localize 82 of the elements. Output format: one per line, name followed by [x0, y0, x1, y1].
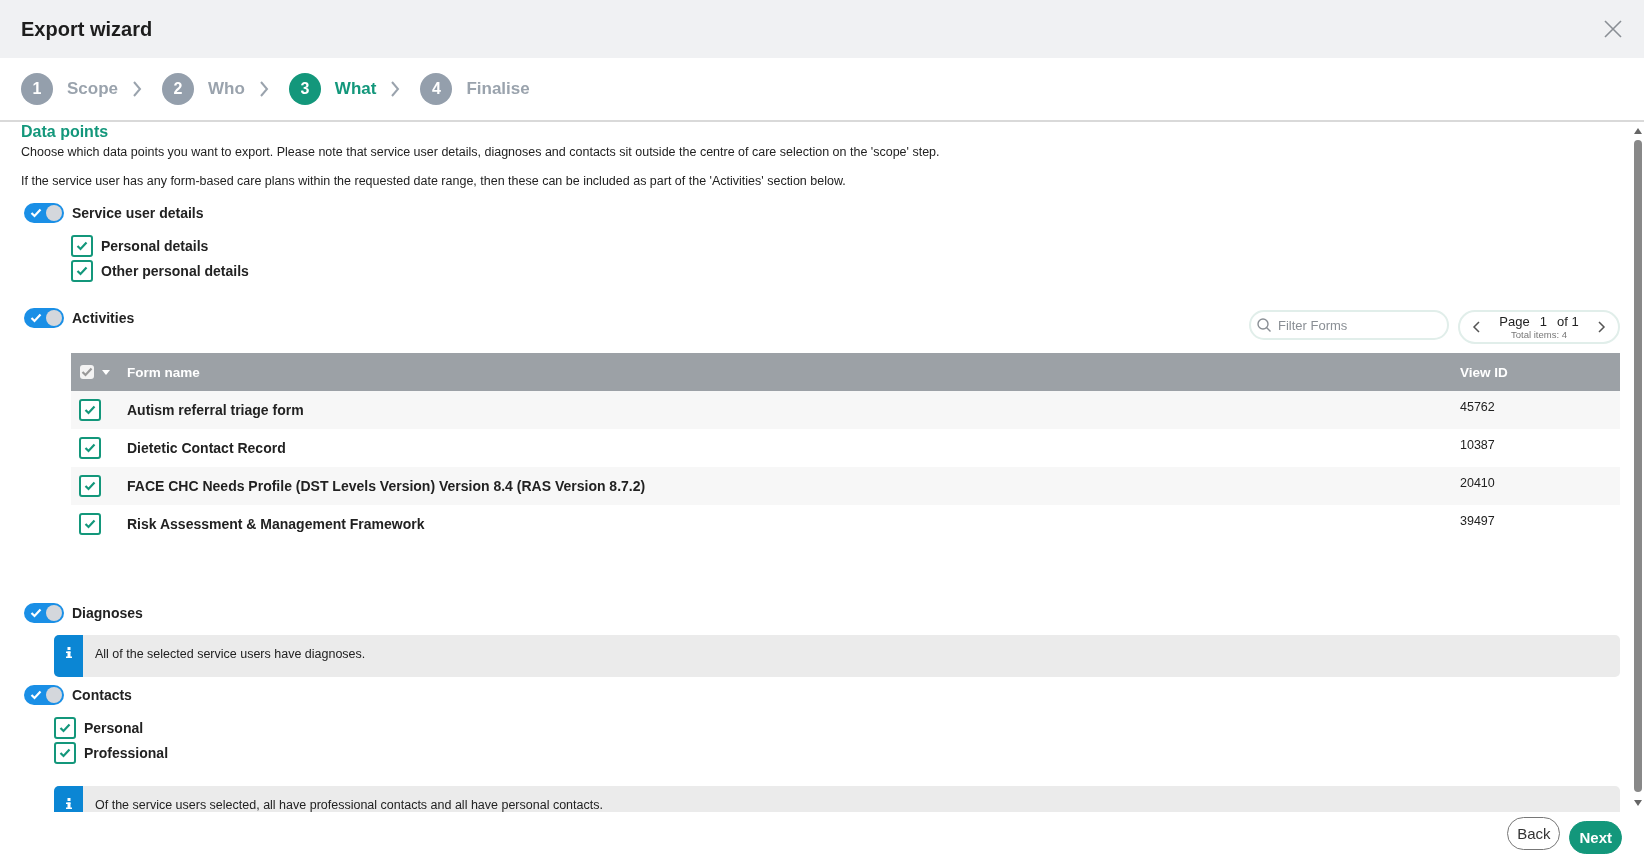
table-cell-text: Autism referral triage form [127, 402, 305, 418]
step-label: Scope [67, 79, 119, 99]
toggle-switch[interactable] [24, 308, 64, 328]
table-cell-text: Risk Assessment & Management Framework [127, 516, 426, 532]
check-icon [84, 443, 96, 453]
toggle-switch[interactable] [24, 603, 64, 623]
checkbox[interactable] [80, 365, 94, 379]
column-header: View ID [1460, 364, 1509, 380]
checkbox[interactable] [71, 235, 93, 257]
toggle-switch[interactable] [24, 203, 64, 223]
next-button[interactable]: Next [1569, 820, 1622, 854]
info-text: Of the service users selected, all have professional contacts and all have personal contacts. [94, 797, 604, 812]
total-items: Total items: 4 [1511, 329, 1567, 340]
info-icon [65, 798, 72, 810]
info-text: All of the selected service users have diagnoses. [94, 646, 367, 663]
checkbox-label: Personal [84, 720, 144, 736]
checkbox-label: Professional [84, 745, 169, 761]
filter-field[interactable]: Filter Forms [1249, 310, 1449, 340]
step-number: 3 [288, 73, 321, 105]
dialog-title: Export wizard [21, 17, 153, 41]
back-button[interactable]: Back [1507, 816, 1561, 850]
toggle-switch[interactable] [24, 685, 64, 705]
info-icon [65, 647, 72, 659]
close-button[interactable] [1604, 20, 1622, 38]
step-number: 4 [420, 73, 453, 105]
caret-down-icon [102, 369, 110, 375]
intro-text: Choose which data points you want to export. Please note that service user details, diagnoses and contacts sit outside the centre of care selection on the 'scope' step. [21, 145, 941, 159]
table-row[interactable]: Autism referral triage form 45762 [71, 391, 1620, 429]
checkbox[interactable] [79, 513, 101, 535]
check-icon [30, 690, 42, 700]
section-heading: Data points [21, 123, 110, 141]
close-icon [1604, 20, 1622, 38]
toggle-label: Diagnoses [72, 605, 143, 621]
check-icon [59, 748, 71, 758]
check-icon [59, 723, 71, 733]
checkbox[interactable] [54, 742, 76, 764]
check-icon [81, 367, 93, 377]
check-icon [30, 208, 42, 218]
intro-text: If the service user has any form-based care plans within the requested date range, then these can be included as part of the 'Activities' section below. [21, 174, 847, 188]
step-label: What [334, 79, 377, 99]
wizard-step[interactable]: 3 What [288, 73, 377, 105]
step-number: 2 [162, 73, 195, 105]
step-label: Finalise [466, 79, 530, 99]
chevron-right-icon [132, 81, 143, 97]
check-icon [84, 405, 96, 415]
check-icon [30, 313, 42, 323]
checkbox[interactable] [79, 399, 101, 421]
scroll-down-icon [1634, 800, 1642, 806]
toggle-label: Contacts [72, 687, 132, 703]
checkbox[interactable] [54, 717, 76, 739]
check-icon [76, 266, 88, 276]
scroll-up-icon [1634, 128, 1642, 134]
chevron-right-icon [390, 81, 401, 97]
check-icon [84, 519, 96, 529]
check-icon [30, 608, 42, 618]
table-row[interactable]: FACE CHC Needs Profile (DST Levels Version) Version 8.4 (RAS Version 8.7.2) 20410 [71, 467, 1620, 505]
check-icon [76, 241, 88, 251]
chevron-left-icon [1472, 321, 1480, 333]
checkbox[interactable] [79, 475, 101, 497]
table-row[interactable]: Dietetic Contact Record 10387 [71, 429, 1620, 467]
page-label: Page [1499, 314, 1530, 329]
chevron-right-icon [1598, 321, 1606, 333]
checkbox[interactable] [71, 260, 93, 282]
table-cell-text: 20410 [1460, 475, 1496, 490]
table-cell-text: Dietetic Contact Record [127, 440, 287, 456]
column-header: Form name [127, 364, 201, 380]
table-row[interactable]: Risk Assessment & Management Framework 39497 [71, 505, 1620, 543]
table-cell-text: 39497 [1460, 513, 1496, 528]
toggle-label: Service user details [72, 205, 204, 221]
table-cell-text: 10387 [1460, 437, 1496, 452]
chevron-right-icon [258, 81, 269, 97]
scrollbar-thumb[interactable] [1634, 140, 1642, 792]
table-cell-text: FACE CHC Needs Profile (DST Levels Version) Version 8.4 (RAS Version 8.7.2) [127, 478, 647, 494]
toggle-label: Activities [72, 310, 135, 326]
page-count: of 1 [1556, 314, 1579, 329]
checkbox[interactable] [79, 437, 101, 459]
step-label: Who [208, 79, 245, 99]
checkbox-label: Personal details [101, 238, 209, 254]
table-cell-text: 45762 [1460, 399, 1496, 414]
checkbox-label: Other personal details [101, 263, 249, 279]
step-number: 1 [21, 73, 53, 105]
check-icon [84, 481, 96, 491]
